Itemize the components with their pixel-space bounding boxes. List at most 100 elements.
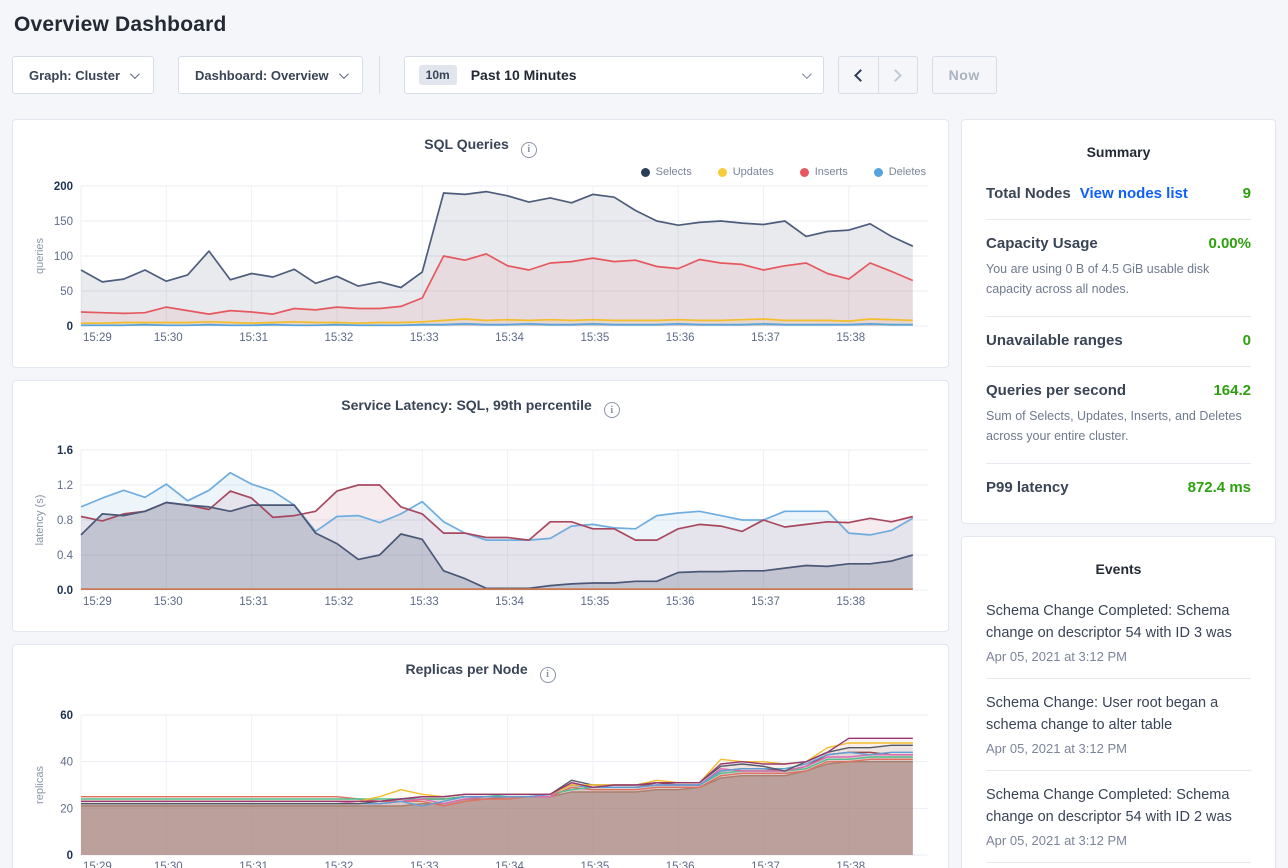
svg-text:15:30: 15:30	[154, 596, 183, 608]
event-text: Schema Change Completed: Schema change o…	[986, 784, 1251, 829]
time-range-badge: 10m	[419, 65, 457, 85]
replicas-per-node-title: Replicas per Node	[405, 661, 527, 677]
svg-text:15:36: 15:36	[666, 861, 695, 868]
legend-item[interactable]: Deletes	[874, 166, 926, 178]
svg-text:1.2: 1.2	[57, 480, 73, 492]
chevron-down-icon	[802, 69, 812, 79]
total-nodes-value: 9	[1243, 185, 1251, 202]
p99-latency-label: P99 latency	[986, 479, 1069, 496]
svg-text:1.6: 1.6	[57, 445, 73, 457]
legend-dot-icon	[641, 168, 650, 177]
service-latency-chart[interactable]: 0.00.40.81.21.615:2915:3015:3115:3215:33…	[29, 444, 932, 617]
legend-label: Inserts	[815, 166, 848, 178]
time-prev-button[interactable]	[839, 57, 878, 93]
svg-text:15:33: 15:33	[410, 332, 439, 344]
svg-text:200: 200	[54, 181, 73, 193]
svg-text:15:31: 15:31	[239, 861, 268, 868]
dashboard-dropdown-label: Dashboard: Overview	[195, 68, 329, 83]
service-latency-title: Service Latency: SQL, 99th percentile	[341, 397, 592, 413]
chart-title-row: Service Latency: SQL, 99th percentile i	[29, 393, 932, 419]
svg-text:0.0: 0.0	[57, 585, 73, 597]
event-text: Schema Change Completed: Schema change o…	[986, 600, 1251, 645]
sql-queries-chart[interactable]: 05010015020015:2915:3015:3115:3215:3315:…	[29, 180, 932, 353]
capacity-usage-desc: You are using 0 B of 4.5 GiB usable disk…	[986, 259, 1251, 299]
spacer	[29, 418, 932, 444]
chevron-right-icon	[889, 69, 902, 82]
qps-label: Queries per second	[986, 382, 1126, 399]
info-icon[interactable]: i	[604, 402, 620, 418]
summary-row-qps: Queries per second 164.2 Sum of Selects,…	[986, 367, 1251, 464]
svg-text:15:35: 15:35	[580, 596, 609, 608]
capacity-usage-label: Capacity Usage	[986, 235, 1098, 252]
svg-text:0.4: 0.4	[57, 550, 74, 562]
chart-svg: 05010015020015:2915:3015:3115:3215:3315:…	[29, 180, 932, 348]
summary-row-p99: P99 latency 872.4 ms	[986, 464, 1251, 513]
now-button[interactable]: Now	[932, 56, 997, 94]
summary-row-unavailable: Unavailable ranges 0	[986, 317, 1251, 367]
event-item[interactable]: Schema Change Completed: Schema change o…	[986, 771, 1251, 863]
sql-queries-legend: Selects Updates Inserts Deletes	[29, 158, 932, 180]
svg-text:40: 40	[60, 756, 73, 768]
service-latency-panel: Service Latency: SQL, 99th percentile i …	[12, 380, 949, 633]
legend-label: Updates	[733, 166, 774, 178]
event-timestamp: Apr 05, 2021 at 3:12 PM	[986, 741, 1251, 756]
svg-text:0: 0	[67, 321, 73, 333]
svg-text:100: 100	[54, 251, 73, 263]
events-panel: Events Schema Change Completed: Schema c…	[961, 536, 1276, 868]
svg-text:15:32: 15:32	[325, 596, 354, 608]
event-item[interactable]: Schema Change Completed: Schema change o…	[986, 587, 1251, 679]
svg-text:0: 0	[67, 850, 73, 862]
svg-text:150: 150	[54, 216, 73, 228]
event-item[interactable]: Schema Change: User root began a schema …	[986, 679, 1251, 771]
chevron-down-icon	[130, 69, 140, 79]
y-axis-label: latency (s)	[34, 495, 46, 546]
svg-text:0.8: 0.8	[57, 515, 73, 527]
legend-dot-icon	[874, 168, 883, 177]
legend-item[interactable]: Updates	[718, 166, 774, 178]
event-timestamp: Apr 05, 2021 at 3:12 PM	[986, 833, 1251, 848]
chart-svg: 0.00.40.81.21.615:2915:3015:3115:3215:33…	[29, 444, 932, 612]
svg-text:15:33: 15:33	[410, 861, 439, 868]
summary-row-capacity: Capacity Usage 0.00% You are using 0 B o…	[986, 220, 1251, 317]
charts-column: SQL Queries i Selects Updates Inserts Delet…	[12, 119, 949, 868]
info-icon[interactable]: i	[540, 667, 556, 683]
svg-text:15:35: 15:35	[580, 332, 609, 344]
legend-label: Selects	[656, 166, 692, 178]
legend-item[interactable]: Selects	[641, 166, 692, 178]
info-icon[interactable]: i	[521, 142, 537, 158]
view-nodes-list-link[interactable]: View nodes list	[1080, 185, 1188, 202]
chart-title-row: SQL Queries i	[29, 132, 932, 158]
summary-panel: Summary Total Nodes View nodes list 9 Ca…	[961, 119, 1276, 524]
dashboard-dropdown[interactable]: Dashboard: Overview	[178, 56, 363, 94]
svg-text:15:30: 15:30	[154, 861, 183, 868]
svg-text:15:29: 15:29	[83, 596, 112, 608]
legend-item[interactable]: Inserts	[800, 166, 848, 178]
svg-text:15:33: 15:33	[410, 596, 439, 608]
y-axis-label: replicas	[34, 765, 46, 803]
qps-desc: Sum of Selects, Updates, Inserts, and De…	[986, 406, 1251, 446]
page-title: Overview Dashboard	[12, 0, 1276, 55]
overview-dashboard-page: Overview Dashboard Graph: Cluster Dashbo…	[0, 0, 1288, 868]
svg-text:15:38: 15:38	[836, 861, 865, 868]
summary-row-total-nodes: Total Nodes View nodes list 9	[986, 170, 1251, 220]
event-text: Schema Change: User root began a schema …	[986, 692, 1251, 737]
svg-text:15:30: 15:30	[154, 332, 183, 344]
chart-title-row: Replicas per Node i	[29, 657, 932, 683]
replicas-per-node-chart[interactable]: 020406015:2915:3015:3115:3215:3315:3415:…	[29, 709, 932, 868]
svg-text:15:29: 15:29	[83, 861, 112, 868]
svg-text:15:34: 15:34	[495, 596, 524, 608]
chart-svg: 020406015:2915:3015:3115:3215:3315:3415:…	[29, 709, 932, 868]
replicas-per-node-panel: Replicas per Node i 020406015:2915:3015:…	[12, 644, 949, 868]
event-item[interactable]: Schema Change: User root began a schema …	[986, 863, 1251, 868]
svg-text:15:36: 15:36	[666, 332, 695, 344]
graph-dropdown[interactable]: Graph: Cluster	[12, 56, 154, 94]
qps-value: 164.2	[1213, 382, 1251, 399]
svg-text:15:37: 15:37	[751, 861, 780, 868]
time-range-dropdown[interactable]: 10m Past 10 Minutes	[404, 56, 824, 94]
time-next-button[interactable]	[878, 57, 917, 93]
time-nav-group	[838, 56, 918, 94]
chevron-down-icon	[339, 69, 349, 79]
summary-title: Summary	[986, 126, 1251, 170]
capacity-usage-value: 0.00%	[1208, 235, 1251, 252]
sql-queries-title: SQL Queries	[424, 136, 509, 152]
